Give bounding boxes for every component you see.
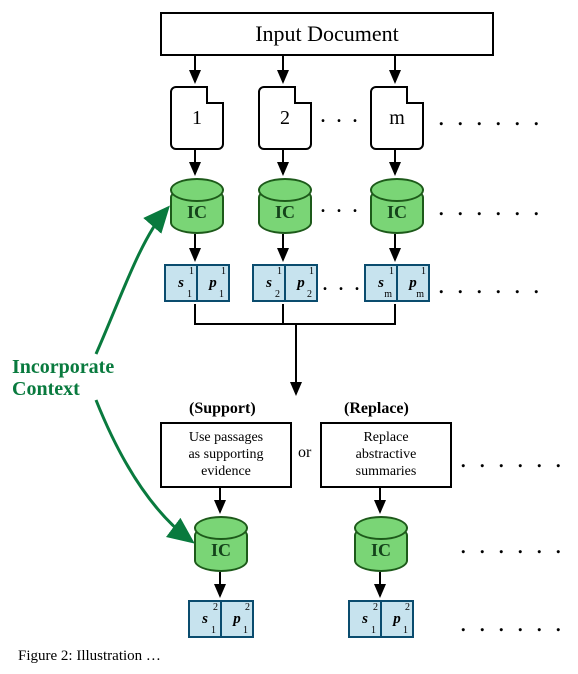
- p-cell: p21: [382, 602, 412, 636]
- sp-pair-support: s21 p21: [188, 600, 254, 638]
- sp-pair-2: s12 p12: [252, 264, 318, 302]
- support-text: Use passages as supporting evidence: [188, 430, 263, 479]
- p-cell: p21: [222, 602, 252, 636]
- ic-label: IC: [275, 202, 295, 223]
- sp-pair-replace: s21 p21: [348, 600, 414, 638]
- p-cell: p11: [198, 266, 228, 300]
- ic-label: IC: [187, 202, 207, 223]
- s-cell: s21: [350, 602, 382, 636]
- s-cell: s1m: [366, 266, 398, 300]
- page-trailing-dots: . . . . . .: [438, 102, 543, 132]
- sp2-trailing-dots: . . . . . .: [460, 608, 565, 638]
- ic-node-2: IC: [258, 186, 312, 234]
- page-m: m: [370, 86, 424, 150]
- sp-trailing-dots: . . . . . .: [438, 270, 543, 300]
- support-box: Use passages as supporting evidence: [160, 422, 292, 488]
- incorporate-context-label: Incorporate Context: [12, 356, 114, 400]
- sp-pair-m: s1m p1m: [364, 264, 430, 302]
- ic-label: IC: [211, 540, 231, 561]
- ic-label: IC: [387, 202, 407, 223]
- page-1-label: 1: [192, 107, 202, 130]
- sp-ellipsis: . . .: [322, 270, 362, 297]
- input-document-label: Input Document: [255, 21, 399, 47]
- replace-box: Replace abstractive summaries: [320, 422, 452, 488]
- ic2-trailing-dots: . . . . . .: [460, 530, 565, 560]
- or-label: or: [298, 444, 311, 462]
- p-cell: p12: [286, 266, 316, 300]
- diagram-canvas: Input Document 1 2 . . . m . . . . . . I…: [0, 0, 578, 674]
- ic-node-replace: IC: [354, 524, 408, 572]
- page-m-label: m: [389, 107, 405, 130]
- figure-caption: Figure 2: Illustration …: [18, 648, 161, 665]
- ic-node-1: IC: [170, 186, 224, 234]
- action-trailing-dots: . . . . . .: [460, 444, 565, 474]
- ic-label: IC: [371, 540, 391, 561]
- s-cell: s21: [190, 602, 222, 636]
- ic-trailing-dots: . . . . . .: [438, 192, 543, 222]
- page-2: 2: [258, 86, 312, 150]
- support-title: (Support): [189, 400, 256, 418]
- ic-node-m: IC: [370, 186, 424, 234]
- replace-text: Replace abstractive summaries: [356, 430, 417, 479]
- page-1: 1: [170, 86, 224, 150]
- s-cell: s12: [254, 266, 286, 300]
- page-ellipsis: . . .: [320, 102, 360, 129]
- ic-ellipsis: . . .: [320, 192, 360, 219]
- input-document-box: Input Document: [160, 12, 494, 56]
- ic-node-support: IC: [194, 524, 248, 572]
- replace-title: (Replace): [344, 400, 409, 418]
- page-2-label: 2: [280, 107, 290, 130]
- s-cell: s11: [166, 266, 198, 300]
- sp-pair-1: s11 p11: [164, 264, 230, 302]
- p-cell: p1m: [398, 266, 428, 300]
